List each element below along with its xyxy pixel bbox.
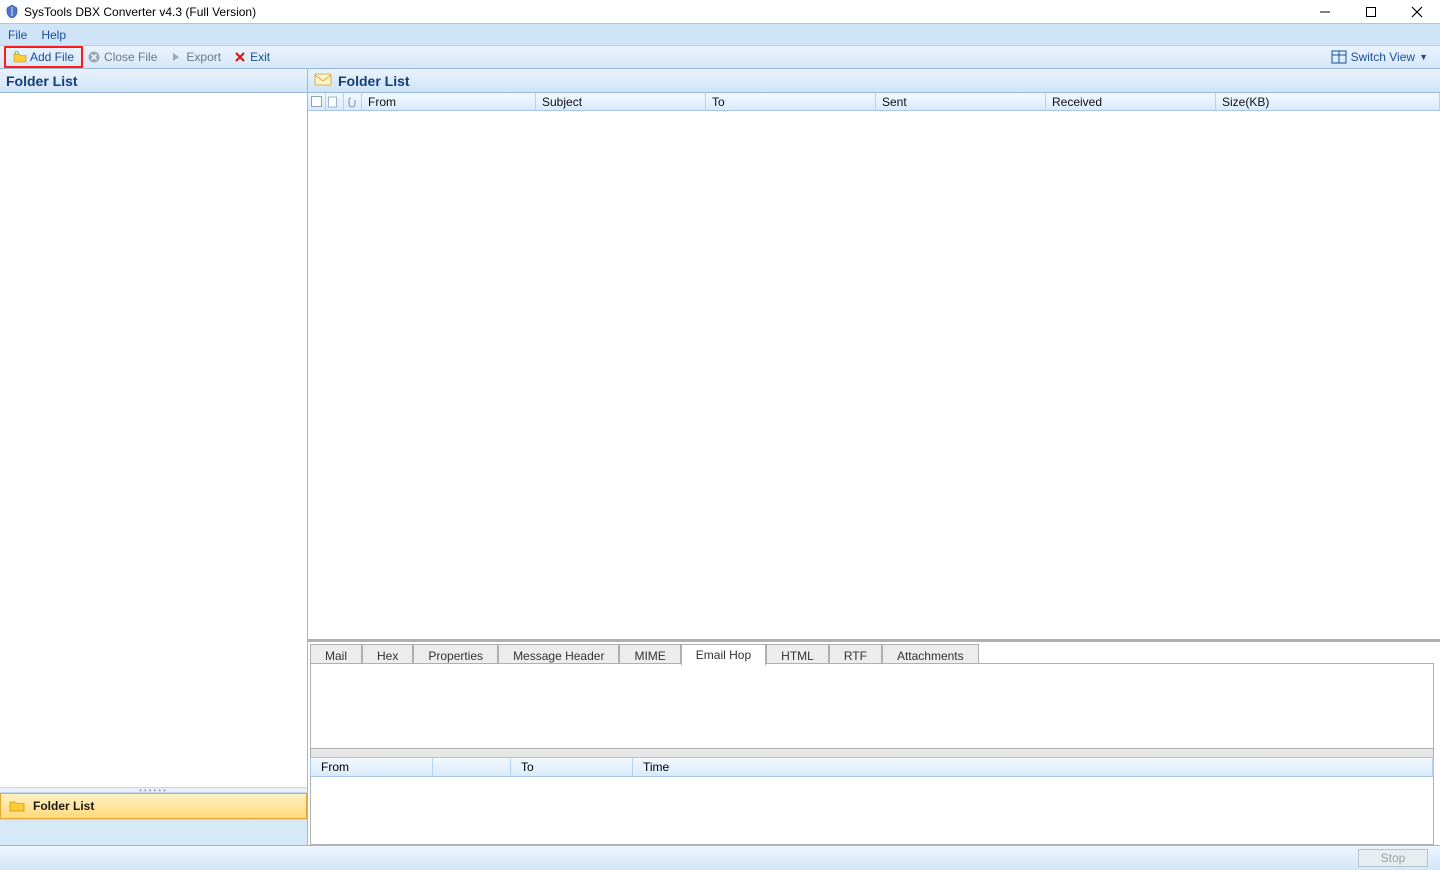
hop-grid-body[interactable]: [310, 777, 1434, 845]
maximize-button[interactable]: [1348, 0, 1394, 23]
detail-content[interactable]: [310, 663, 1434, 749]
app-icon: [4, 4, 20, 20]
message-grid-body[interactable]: [308, 111, 1440, 639]
switch-view-icon: [1331, 50, 1347, 64]
close-file-button[interactable]: Close File: [83, 49, 161, 65]
window-controls: [1302, 0, 1440, 23]
statusbar: Stop: [0, 845, 1440, 870]
minimize-button[interactable]: [1302, 0, 1348, 23]
add-file-icon: [13, 50, 27, 64]
add-file-button[interactable]: Add File: [9, 49, 78, 65]
switch-view-label: Switch View: [1351, 50, 1415, 64]
exit-icon: [233, 50, 247, 64]
col-checkbox[interactable]: [308, 93, 326, 110]
right-panel: Folder List From Subject To Sent Receive…: [308, 69, 1440, 845]
folder-icon: [9, 799, 25, 813]
message-list-header: Folder List: [308, 69, 1440, 93]
export-label: Export: [186, 50, 221, 64]
menu-help[interactable]: Help: [41, 28, 66, 42]
close-file-icon: [87, 50, 101, 64]
menubar: File Help: [0, 23, 1440, 45]
detail-tabs: MailHexPropertiesMessage HeaderMIMEEmail…: [308, 639, 1440, 663]
switch-view-button[interactable]: Switch View ▼: [1331, 50, 1436, 64]
stop-button[interactable]: Stop: [1358, 849, 1428, 867]
export-icon: [169, 50, 183, 64]
col-subject[interactable]: Subject: [536, 93, 706, 110]
message-list-title: Folder List: [338, 73, 410, 89]
col-sent[interactable]: Sent: [876, 93, 1046, 110]
hop-col-blank[interactable]: [433, 758, 511, 776]
hop-grid: From To Time: [310, 749, 1434, 845]
chevron-down-icon: ▼: [1419, 52, 1428, 62]
hop-col-time[interactable]: Time: [633, 758, 1433, 776]
hop-grid-header: From To Time: [310, 757, 1434, 777]
main-area: Folder List •••••• Folder List Folder Li…: [0, 69, 1440, 845]
col-from[interactable]: From: [362, 93, 536, 110]
toolbar: Add File Close File Export Exit Switch V…: [0, 45, 1440, 69]
folder-tree[interactable]: [0, 93, 307, 787]
add-file-label: Add File: [30, 50, 74, 64]
nav-spacer: [0, 819, 307, 845]
col-icon[interactable]: [326, 93, 344, 110]
col-attachment[interactable]: [344, 93, 362, 110]
col-received[interactable]: Received: [1046, 93, 1216, 110]
titlebar: SysTools DBX Converter v4.3 (Full Versio…: [0, 0, 1440, 23]
tab-email-hop[interactable]: Email Hop: [681, 644, 766, 666]
window-title: SysTools DBX Converter v4.3 (Full Versio…: [24, 5, 256, 19]
folder-list-header: Folder List: [0, 69, 307, 93]
message-grid-header: From Subject To Sent Received Size(KB): [308, 93, 1440, 111]
close-button[interactable]: [1394, 0, 1440, 23]
left-panel: Folder List •••••• Folder List: [0, 69, 308, 845]
col-size[interactable]: Size(KB): [1216, 93, 1440, 110]
nav-folder-list[interactable]: Folder List: [0, 793, 307, 819]
nav-folder-list-label: Folder List: [33, 799, 94, 813]
menu-file[interactable]: File: [8, 28, 27, 42]
envelope-icon: [314, 72, 332, 89]
export-button[interactable]: Export: [165, 49, 225, 65]
exit-label: Exit: [250, 50, 270, 64]
hop-spacer: [310, 749, 1434, 757]
close-file-label: Close File: [104, 50, 157, 64]
hop-col-from[interactable]: From: [311, 758, 433, 776]
exit-button[interactable]: Exit: [229, 49, 274, 65]
col-to[interactable]: To: [706, 93, 876, 110]
add-file-highlight: Add File: [4, 46, 83, 68]
hop-col-to[interactable]: To: [511, 758, 633, 776]
